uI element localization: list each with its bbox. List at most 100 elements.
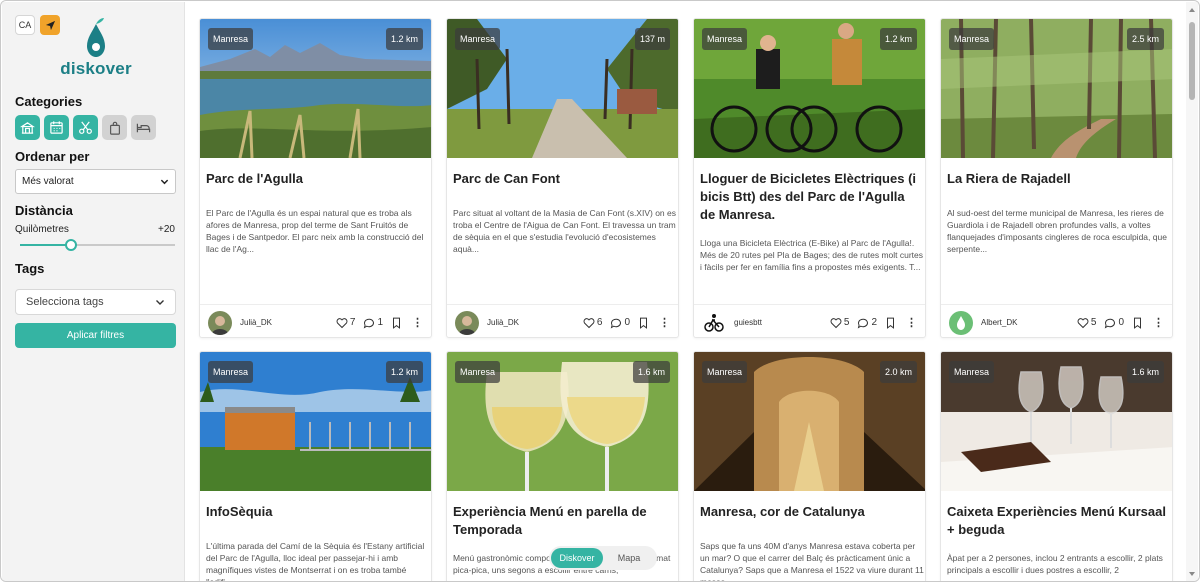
place-title[interactable]: La Riera de Rajadell xyxy=(947,170,1167,188)
category-shopping[interactable] xyxy=(102,115,127,140)
location-badge: Manresa xyxy=(455,28,501,50)
categories-title: Categories xyxy=(15,94,83,109)
bookmark-button[interactable] xyxy=(885,317,896,329)
place-card[interactable]: Manresa 1.2 km Lloguer de Bicicletes Elè… xyxy=(693,18,926,338)
place-card[interactable]: Manresa 1.6 km Caixeta Experiències Menú… xyxy=(940,351,1173,581)
place-description: Saps que fa uns 40M d'anys Manresa estav… xyxy=(700,541,924,582)
author-name[interactable]: guiesbtt xyxy=(734,318,822,327)
more-options-icon[interactable]: ⋮ xyxy=(906,316,917,329)
sort-select-value: Més valorat xyxy=(22,176,74,187)
place-photo: Manresa 1.2 km xyxy=(200,19,431,158)
category-lodging[interactable] xyxy=(131,115,156,140)
place-card[interactable]: Manresa 1.2 km InfoSèquia L'última parad… xyxy=(199,351,432,582)
bookmark-icon xyxy=(393,317,400,329)
location-button[interactable] xyxy=(40,15,60,35)
author-name[interactable]: Albert_DK xyxy=(981,318,1069,327)
likes-value: 6 xyxy=(596,317,603,328)
toggle-map[interactable]: Mapa xyxy=(603,548,655,568)
bookmark-button[interactable] xyxy=(1132,317,1143,329)
more-options-icon[interactable]: ⋮ xyxy=(1153,316,1164,329)
place-title[interactable]: Lloguer de Bicicletes Elèctriques (i bic… xyxy=(700,170,920,224)
author-name[interactable]: Julià_DK xyxy=(240,318,328,327)
distance-badge: 137 m xyxy=(634,28,670,50)
category-monuments[interactable] xyxy=(15,115,40,140)
heart-icon xyxy=(1077,317,1089,328)
scrollbar-thumb[interactable] xyxy=(1189,22,1195,100)
place-card[interactable]: Manresa 2.5 km La Riera de Rajadell Al s… xyxy=(940,18,1173,338)
location-badge: Manresa xyxy=(702,361,748,383)
likes-count[interactable]: 7 xyxy=(336,317,356,329)
filters-sidebar: CA diskover Categories Ordenar per Més v… xyxy=(2,2,185,581)
bookmark-icon xyxy=(640,317,647,329)
scroll-up-icon[interactable] xyxy=(1188,6,1196,14)
avatar[interactable] xyxy=(702,310,726,335)
distance-badge: 2.5 km xyxy=(1126,28,1164,50)
place-photo: Manresa 1.6 km xyxy=(941,352,1172,491)
place-title[interactable]: Manresa, cor de Catalunya xyxy=(700,503,920,521)
slider-fill xyxy=(20,244,72,246)
card-footer: Albert_DK 5 0 ⋮ xyxy=(941,304,1172,337)
likes-value: 5 xyxy=(1090,317,1097,328)
heart-icon xyxy=(583,317,595,328)
slider-handle[interactable] xyxy=(65,239,78,251)
app-window: CA diskover Categories Ordenar per Més v… xyxy=(0,0,1200,582)
distance-slider[interactable] xyxy=(20,239,175,251)
card-footer: Julià_DK 6 0 ⋮ xyxy=(447,304,678,337)
place-title[interactable]: Parc de l'Agulla xyxy=(206,170,426,188)
place-photo: Manresa 137 m xyxy=(447,19,678,158)
place-title[interactable]: Caixeta Experiències Menú Kursaal + begu… xyxy=(947,503,1167,539)
bookmark-icon xyxy=(1134,317,1141,329)
comments-count[interactable]: 0 xyxy=(610,317,630,329)
place-card[interactable]: Manresa 2.0 km Manresa, cor de Catalunya… xyxy=(693,351,926,582)
tags-title: Tags xyxy=(15,261,45,276)
heart-icon xyxy=(336,317,348,328)
page-scrollbar[interactable] xyxy=(1186,2,1198,581)
distance-badge: 2.0 km xyxy=(879,361,917,383)
avatar[interactable] xyxy=(208,310,232,335)
bookmark-button[interactable] xyxy=(638,317,649,329)
place-description: Parc situat al voltant de la Masia de Ca… xyxy=(453,208,676,254)
category-activities[interactable] xyxy=(73,115,98,140)
likes-value: 5 xyxy=(843,317,850,328)
more-options-icon[interactable]: ⋮ xyxy=(659,316,670,329)
likes-count[interactable]: 5 xyxy=(1077,317,1097,329)
place-card[interactable]: Manresa 137 m Parc de Can Font Parc situ… xyxy=(446,18,679,338)
place-description: L'última parada del Camí de la Sèquia és… xyxy=(206,541,425,582)
comments-count[interactable]: 2 xyxy=(857,317,877,329)
comments-value: 1 xyxy=(377,317,383,328)
distance-badge: 1.2 km xyxy=(879,28,917,50)
avatar[interactable] xyxy=(949,310,973,335)
comment-icon xyxy=(611,318,622,328)
comments-count[interactable]: 1 xyxy=(363,317,383,329)
place-title[interactable]: Parc de Can Font xyxy=(453,170,673,188)
comments-count[interactable]: 0 xyxy=(1104,317,1124,329)
card-footer: guiesbtt 5 2 ⋮ xyxy=(694,304,925,337)
scroll-down-icon[interactable] xyxy=(1188,570,1196,578)
distance-badge: 1.6 km xyxy=(632,361,670,383)
tags-select[interactable]: Selecciona tags xyxy=(15,289,176,315)
shopping-bag-icon xyxy=(109,121,120,135)
avatar[interactable] xyxy=(455,310,479,335)
language-button[interactable]: CA xyxy=(15,15,35,35)
author-name[interactable]: Julià_DK xyxy=(487,318,575,327)
more-options-icon[interactable]: ⋮ xyxy=(412,316,423,329)
chevron-down-icon xyxy=(160,179,169,185)
place-title[interactable]: Experiència Menú en parella de Temporada xyxy=(453,503,673,539)
likes-count[interactable]: 6 xyxy=(583,317,603,329)
location-badge: Manresa xyxy=(702,28,748,50)
place-description: Al sud-oest del terme municipal de Manre… xyxy=(947,208,1167,254)
likes-count[interactable]: 5 xyxy=(830,317,850,329)
likes-value: 7 xyxy=(349,317,356,328)
sort-select[interactable]: Més valorat xyxy=(15,169,176,194)
bookmark-button[interactable] xyxy=(391,317,402,329)
toggle-diskover[interactable]: Diskover xyxy=(551,548,603,568)
place-title[interactable]: InfoSèquia xyxy=(206,503,426,521)
place-photo: Manresa 2.0 km xyxy=(694,352,925,491)
location-badge: Manresa xyxy=(949,28,995,50)
place-card[interactable]: Manresa 1.2 km Parc de l'Agulla El Parc … xyxy=(199,18,432,338)
apply-filters-button[interactable]: Aplicar filtres xyxy=(15,323,176,348)
comment-icon xyxy=(364,318,375,328)
distance-badge: 1.6 km xyxy=(1126,361,1164,383)
comment-icon xyxy=(1105,318,1116,328)
category-events[interactable] xyxy=(44,115,69,140)
